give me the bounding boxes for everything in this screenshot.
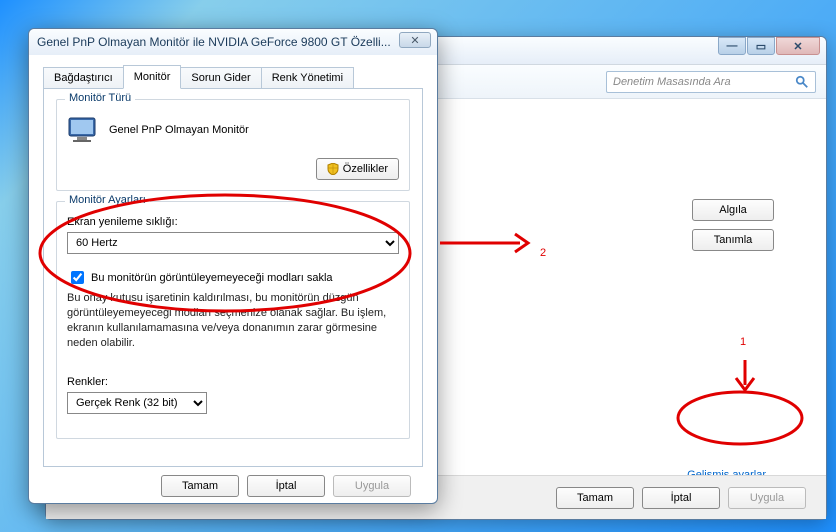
hide-modes-label: Bu monitörün görüntüleyemeyeceği modları… [91, 272, 333, 284]
monitor-settings-group: Monitör Ayarları Ekran yenileme sıklığı:… [56, 201, 410, 439]
hide-modes-warning: Bu onay kutusu işaretinin kaldırılması, … [67, 291, 399, 350]
ok-button[interactable]: Tamam [556, 487, 634, 509]
tab-adapter[interactable]: Bağdaştırıcı [43, 67, 124, 88]
dialog-cancel-button[interactable]: İptal [247, 475, 325, 497]
search-icon [795, 75, 809, 89]
colors-select[interactable]: Gerçek Renk (32 bit) [67, 392, 207, 414]
close-button[interactable]: ✕ [776, 37, 820, 55]
detect-button[interactable]: Algıla [692, 199, 774, 221]
tab-panel-monitor: Monitör Türü Genel PnP Olmayan Monitör Ö… [43, 89, 423, 467]
refresh-rate-label: Ekran yenileme sıklığı: [67, 216, 399, 228]
maximize-button[interactable]: ▭ [747, 37, 775, 55]
hide-modes-checkbox[interactable] [71, 271, 84, 284]
monitor-name: Genel PnP Olmayan Monitör [109, 124, 249, 136]
dialog-title: Genel PnP Olmayan Monitör ile NVIDIA GeF… [37, 35, 429, 49]
dialog-footer: Tamam İptal Uygula [43, 467, 423, 497]
tab-troubleshoot[interactable]: Sorun Gider [180, 67, 261, 88]
dialog-ok-button[interactable]: Tamam [161, 475, 239, 497]
colors-label: Renkler: [67, 376, 399, 388]
dialog-close-button[interactable]: ✕ [399, 32, 431, 48]
minimize-button[interactable]: — [718, 37, 746, 55]
cancel-button[interactable]: İptal [642, 487, 720, 509]
monitor-icon [67, 116, 99, 144]
tabstrip: Bağdaştırıcı Monitör Sorun Gider Renk Yö… [43, 65, 423, 89]
monitor-type-label: Monitör Türü [65, 92, 135, 104]
monitor-properties-dialog: Genel PnP Olmayan Monitör ile NVIDIA GeF… [28, 28, 438, 504]
monitor-type-group: Monitör Türü Genel PnP Olmayan Monitör Ö… [56, 99, 410, 191]
dialog-apply-button[interactable]: Uygula [333, 475, 411, 497]
tab-color-management[interactable]: Renk Yönetimi [261, 67, 354, 88]
search-input[interactable]: Denetim Masasında Ara [606, 71, 816, 93]
tab-monitor[interactable]: Monitör [123, 65, 182, 89]
properties-button[interactable]: Özellikler [316, 158, 399, 180]
monitor-settings-label: Monitör Ayarları [65, 194, 150, 206]
dialog-titlebar[interactable]: Genel PnP Olmayan Monitör ile NVIDIA GeF… [29, 29, 437, 55]
search-placeholder: Denetim Masasında Ara [613, 76, 731, 88]
apply-button[interactable]: Uygula [728, 487, 806, 509]
identify-button[interactable]: Tanımla [692, 229, 774, 251]
shield-icon [327, 163, 339, 175]
refresh-rate-select[interactable]: 60 Hertz [67, 232, 399, 254]
